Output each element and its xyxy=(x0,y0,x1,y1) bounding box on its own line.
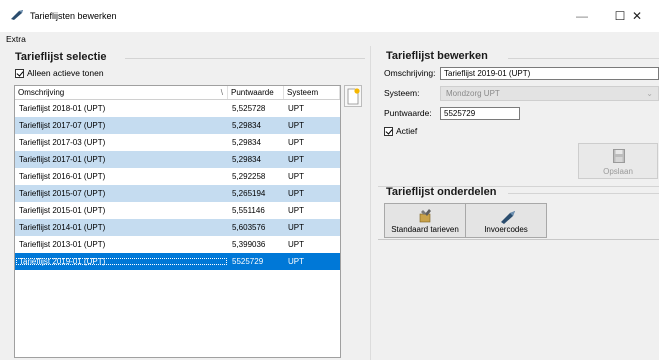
cell-omschrijving: Tarieflijst 2014-01 (UPT) xyxy=(19,223,106,232)
systeem-value: Mondzorg UPT xyxy=(446,89,500,98)
selectie-title: Tarieflijst selectie xyxy=(15,51,107,63)
standaard-tarieven-label: Standaard tarieven xyxy=(391,225,459,234)
cell-omschrijving: Tarieflijst 2015-07 (UPT) xyxy=(19,189,106,198)
selectie-divider xyxy=(125,58,365,59)
tools-icon xyxy=(419,209,431,223)
column-header-omschrijving[interactable]: Omschrijving \ xyxy=(15,86,228,99)
cell-puntwaarde: 5,399036 xyxy=(232,240,266,249)
tarieflijst-grid[interactable]: Omschrijving \ Puntwaarde Systeem Tarief… xyxy=(14,85,341,358)
systeem-select[interactable]: Mondzorg UPT ⌄ xyxy=(440,86,659,101)
new-tarieflijst-button[interactable] xyxy=(344,85,362,107)
menu-bar: Extra xyxy=(0,32,659,46)
cell-puntwaarde: 5525729 xyxy=(232,257,264,266)
cell-omschrijving: Tarieflijst 2019-01 (UPT) xyxy=(15,257,228,266)
cell-omschrijving: Tarieflijst 2017-07 (UPT) xyxy=(19,121,106,130)
cell-puntwaarde: 5,551146 xyxy=(232,206,265,215)
column-header-systeem[interactable]: Systeem xyxy=(284,86,340,99)
onderdelen-divider xyxy=(508,193,659,194)
table-row[interactable]: Tarieflijst 2017-01 (UPT) 5,29834 UPT xyxy=(15,151,340,168)
table-row[interactable]: Tarieflijst 2017-03 (UPT) 5,29834 UPT xyxy=(15,134,340,151)
invoercodes-button[interactable]: Invoercodes xyxy=(465,203,547,238)
table-row[interactable]: Tarieflijst 2017-07 (UPT) 5,29834 UPT xyxy=(15,117,340,134)
new-document-icon xyxy=(347,88,360,105)
actief-label: Actief xyxy=(396,126,418,136)
puntwaarde-input[interactable]: 5525729 xyxy=(440,107,520,120)
alleen-actieve-label: Alleen actieve tonen xyxy=(27,68,104,78)
cell-puntwaarde: 5,265194 xyxy=(232,189,266,198)
cell-puntwaarde: 5,603576 xyxy=(232,223,266,232)
bewerken-title: Tarieflijst bewerken xyxy=(386,50,488,62)
opslaan-label: Opslaan xyxy=(603,167,633,176)
systeem-label: Systeem: xyxy=(384,88,420,98)
grid-header: Omschrijving \ Puntwaarde Systeem xyxy=(15,86,340,100)
chevron-down-icon: ⌄ xyxy=(646,89,653,98)
cell-puntwaarde: 5,292258 xyxy=(232,172,266,181)
cell-omschrijving: Tarieflijst 2013-01 (UPT) xyxy=(19,240,106,249)
opslaan-button[interactable]: Opslaan xyxy=(578,143,658,179)
cell-systeem: UPT xyxy=(288,172,304,181)
omschrijving-label: Omschrijving: xyxy=(384,68,436,78)
cell-systeem: UPT xyxy=(288,223,304,232)
table-row[interactable]: Tarieflijst 2013-01 (UPT) 5,399036 UPT xyxy=(15,236,340,253)
table-row[interactable]: Tarieflijst 2016-01 (UPT) 5,292258 UPT xyxy=(15,168,340,185)
puntwaarde-label: Puntwaarde: xyxy=(384,108,432,118)
checkbox-checked-icon[interactable] xyxy=(15,68,24,78)
cell-puntwaarde: 5,29834 xyxy=(232,121,261,130)
actief-checkbox[interactable]: Actief xyxy=(384,126,417,136)
cell-omschrijving: Tarieflijst 2018-01 (UPT) xyxy=(19,104,106,113)
table-row[interactable]: Tarieflijst 2018-01 (UPT) 5,525728 UPT xyxy=(15,100,340,117)
cell-systeem: UPT xyxy=(288,121,304,130)
table-row[interactable]: Tarieflijst 2015-01 (UPT) 5,551146 UPT xyxy=(15,202,340,219)
table-row[interactable]: Tarieflijst 2015-07 (UPT) 5,265194 UPT xyxy=(15,185,340,202)
cell-systeem: UPT xyxy=(288,240,304,249)
cell-systeem: UPT xyxy=(288,155,304,164)
close-button[interactable]: ✕ xyxy=(615,0,659,32)
cell-systeem: UPT xyxy=(288,189,304,198)
onderdelen-bottomline xyxy=(378,239,659,240)
cell-omschrijving: Tarieflijst 2017-03 (UPT) xyxy=(19,138,106,147)
onderdelen-title: Tarieflijst onderdelen xyxy=(386,186,497,198)
window-title: Tarieflijsten bewerken xyxy=(30,11,117,21)
cell-systeem: UPT xyxy=(288,138,304,147)
main-area: Tarieflijst selectie Alleen actieve tone… xyxy=(0,46,659,360)
sort-indicator-icon: \ xyxy=(220,88,223,97)
table-row[interactable]: Tarieflijst 2019-01 (UPT) 5525729 UPT xyxy=(15,253,340,270)
table-row[interactable]: Tarieflijst 2014-01 (UPT) 5,603576 UPT xyxy=(15,219,340,236)
cell-systeem: UPT xyxy=(288,104,304,113)
column-header-puntwaarde[interactable]: Puntwaarde xyxy=(228,86,284,99)
dental-drill-icon xyxy=(11,10,23,20)
cell-puntwaarde: 5,29834 xyxy=(232,138,261,147)
menu-item-extra[interactable]: Extra xyxy=(6,34,26,44)
cell-omschrijving: Tarieflijst 2016-01 (UPT) xyxy=(19,172,106,181)
cell-puntwaarde: 5,525728 xyxy=(232,104,266,113)
bewerken-divider xyxy=(508,58,659,59)
save-disk-icon xyxy=(613,149,625,163)
invoercodes-label: Invoercodes xyxy=(484,225,528,234)
standaard-tarieven-button[interactable]: Standaard tarieven xyxy=(384,203,466,238)
checkbox-checked-icon[interactable] xyxy=(384,126,393,136)
grid-body: Tarieflijst 2018-01 (UPT) 5,525728 UPT Tari… xyxy=(15,100,340,270)
cell-omschrijving: Tarieflijst 2017-01 (UPT) xyxy=(19,155,106,164)
vertical-separator xyxy=(370,46,371,360)
alleen-actieve-checkbox[interactable]: Alleen actieve tonen xyxy=(15,68,104,78)
cell-puntwaarde: 5,29834 xyxy=(232,155,261,164)
dental-drill-icon xyxy=(501,211,515,224)
title-bar: Tarieflijsten bewerken — ☐ ✕ xyxy=(0,0,659,32)
omschrijving-input[interactable]: Tarieflijst 2019-01 (UPT) xyxy=(440,67,659,80)
cell-systeem: UPT xyxy=(288,257,304,266)
cell-omschrijving: Tarieflijst 2015-01 (UPT) xyxy=(19,206,106,215)
cell-systeem: UPT xyxy=(288,206,304,215)
